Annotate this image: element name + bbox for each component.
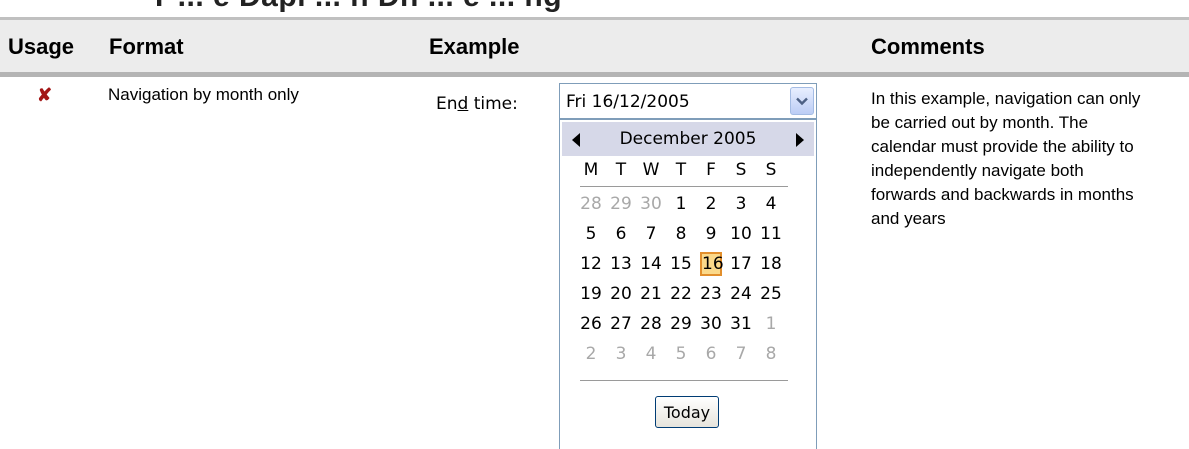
- footer-divider: [580, 380, 788, 381]
- weekday-label: T: [675, 160, 687, 180]
- weekday-label: W: [642, 160, 660, 180]
- dropdown-button[interactable]: [790, 87, 814, 115]
- comment-line: calendar must provide the ability to: [871, 137, 1134, 156]
- calendar-day[interactable]: 31: [730, 312, 752, 336]
- weekday-divider: [580, 186, 788, 187]
- calendar-day[interactable]: 30: [700, 312, 722, 336]
- header-usage: Usage: [8, 34, 75, 59]
- calendar-day[interactable]: 21: [640, 282, 662, 306]
- calendar-day[interactable]: 14: [640, 252, 662, 276]
- calendar-day[interactable]: 4: [640, 342, 662, 366]
- calendar-day[interactable]: 2: [700, 192, 722, 216]
- calendar-day[interactable]: 5: [580, 222, 602, 246]
- calendar-day[interactable]: 7: [730, 342, 752, 366]
- calendar-day[interactable]: 30: [640, 192, 662, 216]
- calendar-day[interactable]: 28: [640, 312, 662, 336]
- weekday-label: S: [735, 160, 747, 180]
- calendar-day[interactable]: 3: [610, 342, 632, 366]
- calendar-day[interactable]: 3: [730, 192, 752, 216]
- calendar-day[interactable]: 22: [670, 282, 692, 306]
- format-cell: Navigation by month only: [108, 85, 299, 104]
- calendar-day[interactable]: 24: [730, 282, 752, 306]
- calendar-month-title: December 2005: [619, 129, 757, 149]
- calendar-day[interactable]: 13: [610, 252, 632, 276]
- calendar-day[interactable]: 29: [610, 192, 632, 216]
- section-heading-cropped: T ... e Dapi ... n Dn ... e ... ng: [150, 0, 562, 14]
- header-divider: [0, 72, 1189, 77]
- calendar-day[interactable]: 5: [670, 342, 692, 366]
- calendar-day[interactable]: 26: [580, 312, 602, 336]
- header-comments: Comments: [871, 34, 985, 59]
- calendar-day[interactable]: 27: [610, 312, 632, 336]
- calendar-day[interactable]: 8: [670, 222, 692, 246]
- calendar-day[interactable]: 28: [580, 192, 602, 216]
- header-example: Example: [429, 34, 520, 59]
- today-button[interactable]: Today: [655, 396, 719, 428]
- calendar-day[interactable]: 15: [670, 252, 692, 276]
- comment-line: be carried out by month. The: [871, 113, 1089, 132]
- chevron-down-icon: [796, 97, 808, 105]
- comment-line: independently navigate both: [871, 161, 1084, 180]
- end-time-field[interactable]: Fri 16/12/2005: [559, 83, 817, 119]
- comments-cell: In this example, navigation can only be c…: [871, 87, 1181, 231]
- weekday-label: F: [706, 160, 716, 180]
- calendar-header: December 2005: [562, 122, 814, 156]
- calendar-day[interactable]: 8: [760, 342, 782, 366]
- weekday-label: S: [765, 160, 777, 180]
- calendar-day[interactable]: 12: [580, 252, 602, 276]
- end-time-label: End time:: [436, 94, 518, 114]
- calendar-popup: December 2005 M T W T F S S 28 29 30 1 2 3 4 5 6 7 8 9 10 11…: [559, 119, 817, 449]
- calendar-day[interactable]: 18: [760, 252, 782, 276]
- weekday-label: M: [583, 160, 599, 180]
- calendar-day-selected[interactable]: 16: [700, 252, 724, 276]
- calendar-day[interactable]: 6: [700, 342, 722, 366]
- calendar-day[interactable]: 4: [760, 192, 782, 216]
- weekday-label: T: [615, 160, 627, 180]
- calendar-day[interactable]: 19: [580, 282, 602, 306]
- calendar-day[interactable]: 20: [610, 282, 632, 306]
- calendar-day[interactable]: 10: [730, 222, 752, 246]
- calendar-day[interactable]: 2: [580, 342, 602, 366]
- calendar-day[interactable]: 1: [760, 312, 782, 336]
- calendar-day[interactable]: 7: [640, 222, 662, 246]
- calendar-day[interactable]: 1: [670, 192, 692, 216]
- header-format: Format: [109, 34, 184, 59]
- calendar-day[interactable]: 6: [610, 222, 632, 246]
- calendar-day[interactable]: 11: [760, 222, 782, 246]
- next-month-icon[interactable]: [796, 133, 804, 147]
- calendar-day[interactable]: 29: [670, 312, 692, 336]
- cross-icon: ✘: [37, 85, 53, 105]
- comment-line: In this example, navigation can only: [871, 89, 1141, 108]
- calendar-day[interactable]: 9: [700, 222, 722, 246]
- calendar-day[interactable]: 25: [760, 282, 782, 306]
- calendar-day[interactable]: 23: [700, 282, 722, 306]
- table-header-row: Usage Format Example Comments: [0, 20, 1189, 72]
- comment-line: forwards and backwards in months: [871, 185, 1134, 204]
- comment-line: and years: [871, 209, 946, 228]
- end-time-value: Fri 16/12/2005: [566, 92, 690, 112]
- calendar-day[interactable]: 17: [730, 252, 752, 276]
